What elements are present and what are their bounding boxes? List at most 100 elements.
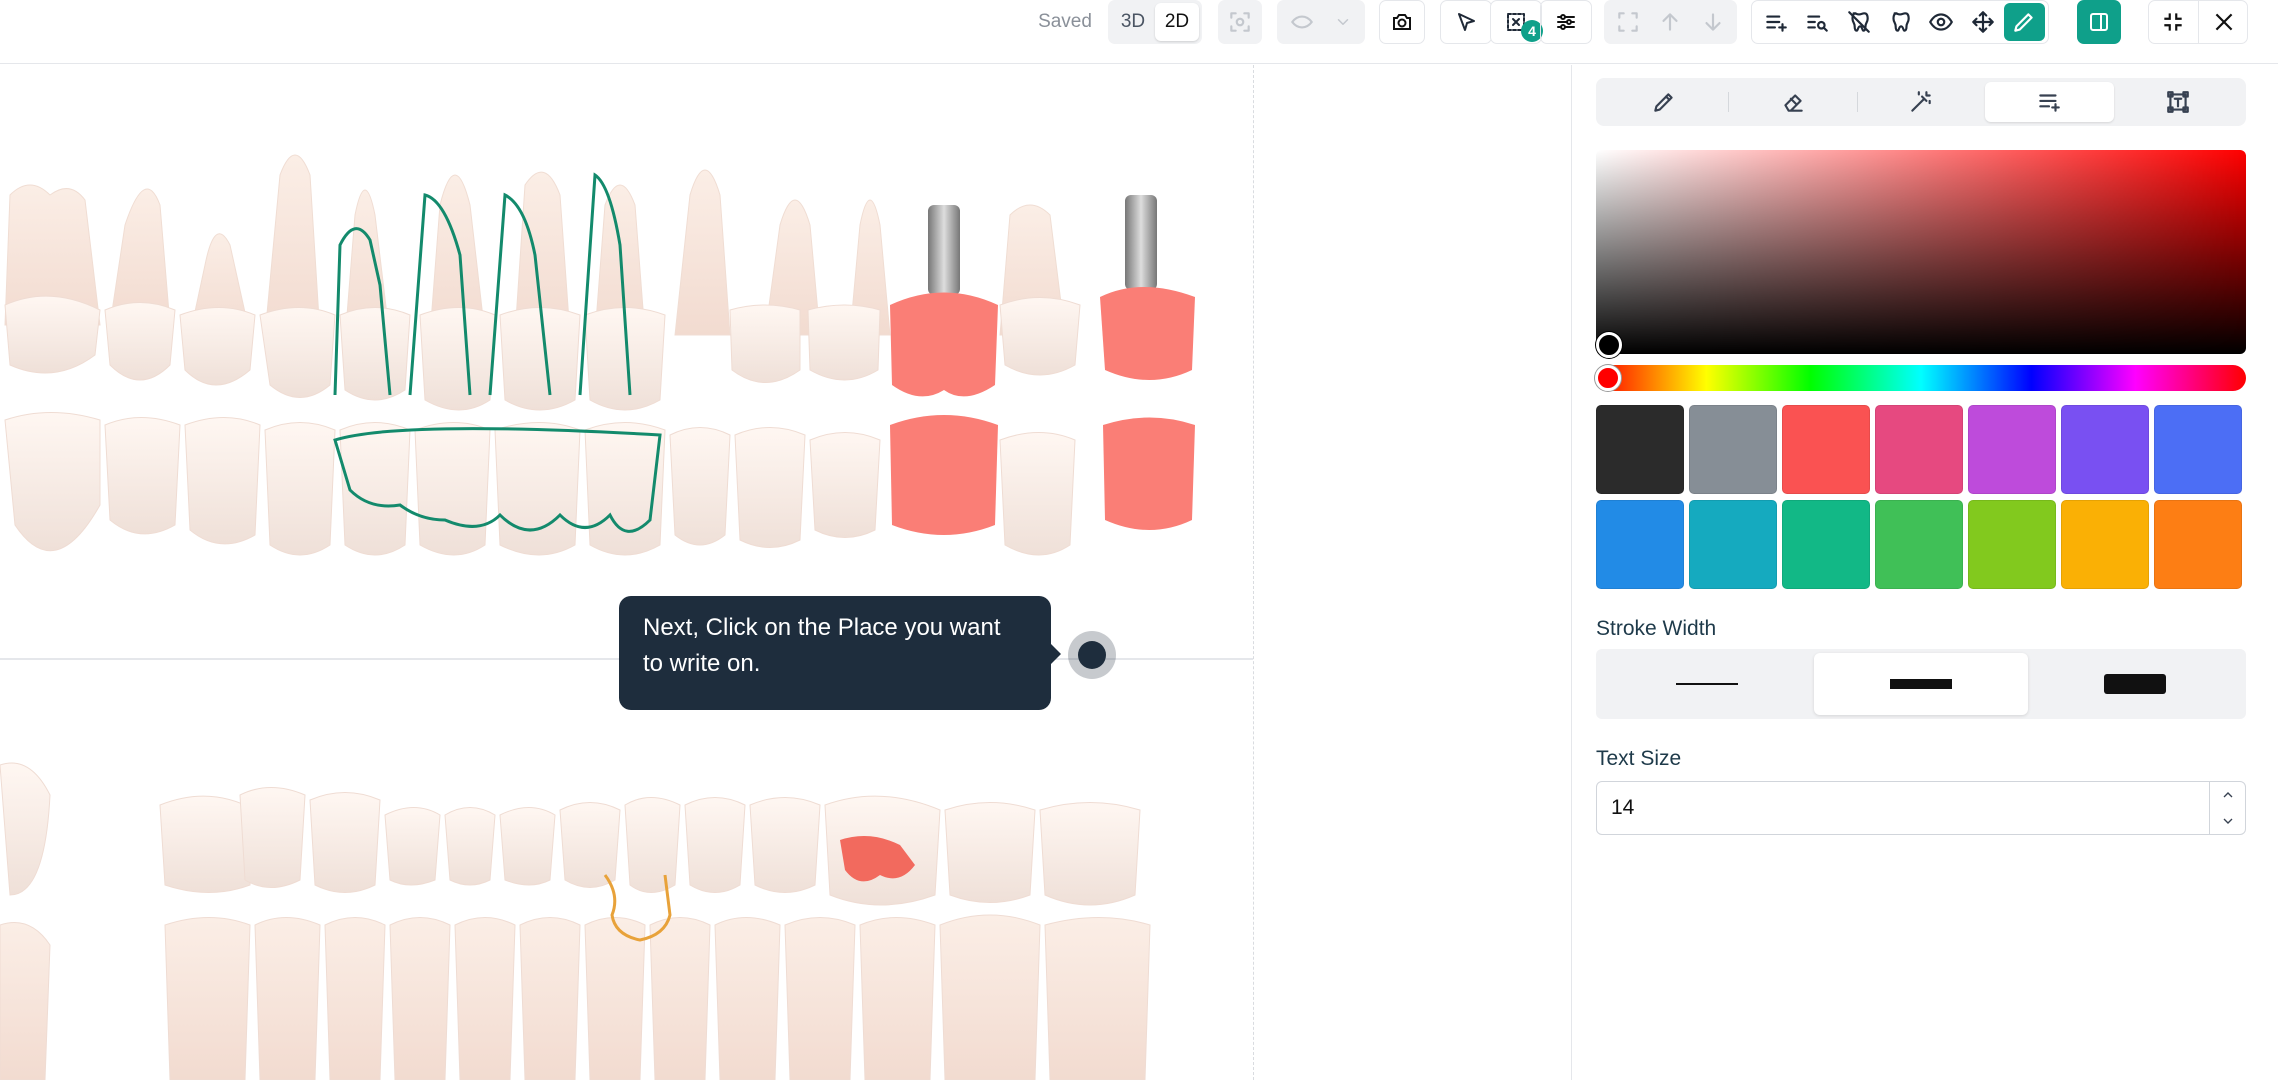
color-swatch[interactable] [2154,405,2242,494]
move-down-button[interactable] [1692,3,1734,41]
draw-button[interactable] [2003,3,2045,41]
save-status: Saved [1038,11,1092,32]
move-button[interactable] [1962,3,2003,41]
settings-button[interactable] [1540,0,1592,44]
arrow-down-icon [1705,13,1721,31]
view-2d-button[interactable]: 2D [1155,3,1199,41]
visibility-button[interactable] [1280,3,1324,41]
pencil-icon [2014,13,2033,32]
close-button[interactable] [2198,0,2248,44]
canvas-vertical-divider [1253,65,1254,1080]
chevron-down-icon [2223,818,2232,824]
pencil-icon [1654,93,1673,112]
decrement-button[interactable] [2210,808,2245,834]
color-swatch[interactable] [2061,500,2149,589]
hue-slider[interactable] [1595,365,2246,391]
stroke-thin-option[interactable] [1600,653,1814,715]
color-picker-handle[interactable] [1596,332,1622,358]
beacon-dot [1078,641,1106,669]
view-mode-toggle: 3D 2D [1108,0,1202,44]
screenshot-button[interactable] [1379,0,1425,44]
arrow-up-icon [1662,13,1679,31]
search-notes-button[interactable] [1796,3,1837,41]
top-toolbar: Saved 3D 2D 4 [0,0,2278,64]
sidebar-toggle-button[interactable] [2077,0,2121,44]
select-group: 4 [1490,0,1543,44]
sliders-icon [1557,14,1575,30]
minimize-button[interactable] [2148,0,2198,44]
annotation-tools-group [1751,0,2049,44]
eye-icon [1929,13,1954,31]
textbox-tool[interactable] [2114,82,2242,122]
text-tool[interactable] [1985,82,2114,122]
text-size-label: Text Size [1596,747,1682,770]
eraser-tool[interactable] [1728,82,1856,122]
text-size-stepper [2209,782,2245,834]
tooltip-beacon[interactable] [1068,631,1116,679]
color-swatch[interactable] [1875,405,1963,494]
color-swatch[interactable] [2061,405,2149,494]
chevron-down-icon [1337,19,1349,25]
stroke-width-label: Stroke Width [1596,617,1717,640]
panel-divider [1571,65,1572,1080]
focus-group [1218,0,1262,44]
camera-icon [1393,14,1411,30]
visibility-icon [1291,15,1313,29]
tooth-off-icon [1847,11,1870,33]
tooth-condition-button[interactable] [1879,3,1920,41]
focus-icon [1230,12,1250,32]
search-list-icon [1807,15,1828,32]
dental-chart-illustration [0,154,1195,1080]
dental-chart-canvas[interactable] [0,65,1570,1080]
eraser-icon [1783,94,1803,112]
color-swatch[interactable] [1689,405,1777,494]
color-swatch[interactable] [1596,405,1684,494]
pointer-group [1440,0,1492,44]
multi-select-button[interactable]: 4 [1491,3,1543,42]
color-swatch[interactable] [1875,500,1963,589]
color-swatch[interactable] [1596,500,1684,589]
hue-slider-handle[interactable] [1595,365,1621,391]
minimize-icon [2164,13,2182,31]
color-swatch[interactable] [1782,405,1870,494]
close-icon [2215,13,2232,31]
color-swatch[interactable] [1689,500,1777,589]
stroke-thick-option[interactable] [2028,653,2242,715]
pencil-tool[interactable] [1600,82,1728,122]
tooth-heart-icon [1892,12,1910,32]
onboarding-tooltip: Next, Click on the Place you want to wri… [619,596,1061,710]
move-up-button[interactable] [1649,3,1691,41]
increment-button[interactable] [2210,782,2245,808]
visibility-dropdown[interactable] [1277,0,1365,44]
view-3d-button[interactable]: 3D [1111,3,1155,41]
color-swatch[interactable] [1968,405,2056,494]
preview-button[interactable] [1921,3,1962,41]
magic-wand-icon [1911,91,1931,112]
hide-teeth-button[interactable] [1838,3,1879,41]
focus-button[interactable] [1218,3,1262,41]
text-size-input[interactable]: 14 [1596,781,2246,835]
pointer-button[interactable] [1441,3,1491,41]
drawing-tool-selector [1596,78,2246,126]
color-saturation-picker[interactable] [1596,150,2246,358]
visibility-chevron[interactable] [1324,3,1362,41]
move-icon [1971,11,1994,33]
color-swatches [1596,405,2246,589]
frame-icon [1618,12,1638,32]
color-swatch[interactable] [1968,500,2056,589]
stroke-medium-option[interactable] [1814,653,2028,715]
add-note-icon [1765,15,1787,32]
frame-button[interactable] [1607,3,1649,41]
add-note-button[interactable] [1755,3,1796,41]
magic-tool[interactable] [1856,82,1985,122]
text-size-value[interactable]: 14 [1597,796,2209,820]
pointer-icon [1458,13,1475,31]
stroke-width-selector [1596,649,2246,719]
drawing-options-panel: Stroke Width Text Size 14 [1595,78,2246,835]
color-swatch[interactable] [2154,500,2242,589]
chevron-up-icon [2223,792,2232,798]
color-swatch[interactable] [1782,500,1870,589]
text-box-icon [2166,91,2189,113]
text-add-icon [2039,94,2061,112]
lower-teeth [0,762,1141,906]
